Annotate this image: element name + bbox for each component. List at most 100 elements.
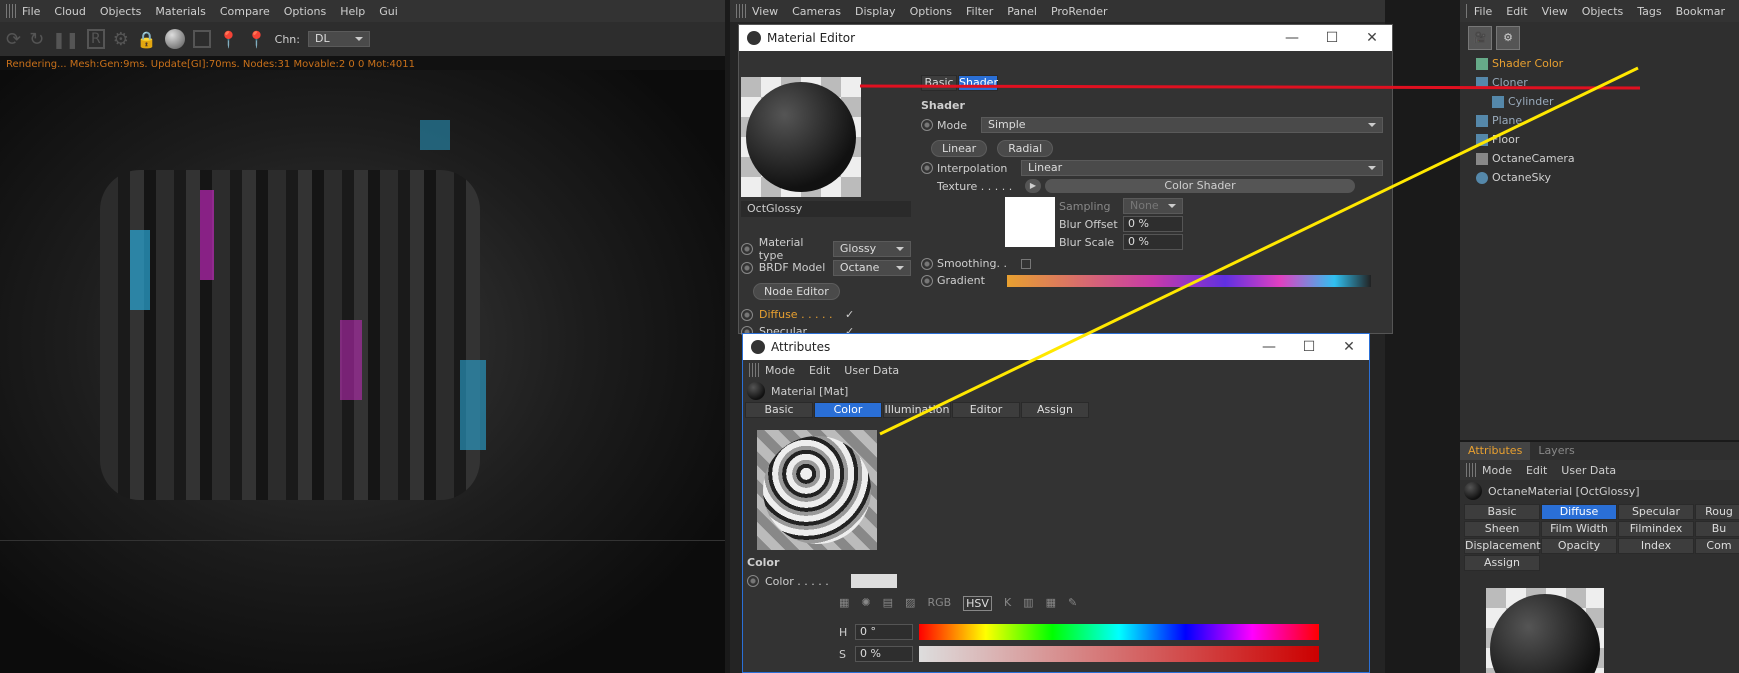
brdf-dropdown[interactable]: Octane (832, 259, 911, 276)
pin-icon[interactable]: 📍 (219, 30, 239, 49)
material-ball-icon[interactable] (164, 29, 185, 49)
pause-icon[interactable]: ❚❚ (52, 30, 79, 49)
mixer-icon[interactable]: ▥ (1023, 596, 1033, 611)
mode-dropdown[interactable]: Simple (981, 117, 1383, 133)
menu-tags[interactable]: Tags (1637, 5, 1661, 18)
attributes-titlebar[interactable]: Attributes — ☐ ✕ (743, 334, 1369, 360)
tab-common[interactable]: Com (1695, 538, 1739, 554)
menu-edit[interactable]: Edit (1506, 5, 1527, 18)
list-item[interactable]: OctaneCamera (1468, 149, 1739, 168)
smoothing-checkbox[interactable] (1021, 258, 1031, 269)
tab-basic[interactable]: Basic (745, 402, 813, 418)
tab-shader[interactable]: Shader (958, 75, 998, 91)
tab-illumination[interactable]: Illumination (883, 402, 951, 418)
spectrum-icon[interactable]: ▤ (883, 596, 893, 611)
menu-view[interactable]: View (752, 5, 778, 18)
pin2-icon[interactable]: 📍 (247, 30, 267, 49)
restart-icon[interactable]: ↻ (29, 29, 44, 50)
linear-button[interactable]: Linear (931, 140, 988, 157)
minimize-icon[interactable]: — (1249, 339, 1289, 355)
sampling-dropdown[interactable]: None (1123, 198, 1183, 214)
maximize-icon[interactable]: ☐ (1312, 30, 1352, 46)
close-icon[interactable]: ✕ (1352, 30, 1392, 46)
tab-color[interactable]: Color (814, 402, 882, 418)
h-input[interactable]: 0 ° (855, 624, 913, 640)
s-input[interactable]: 0 % (855, 646, 913, 662)
tab-roughness[interactable]: Roug (1695, 504, 1739, 520)
menu-help[interactable]: Help (340, 5, 365, 18)
material-editor-titlebar[interactable]: Material Editor — ☐ ✕ (739, 25, 1392, 51)
menu-user-data[interactable]: User Data (844, 364, 899, 377)
check-icon[interactable]: ✓ (845, 308, 854, 321)
mat-type-radio[interactable] (741, 242, 753, 255)
tab-specular[interactable]: Specular (1618, 504, 1694, 520)
menu-panel[interactable]: Panel (1007, 5, 1037, 18)
sync-icon[interactable]: ⟳ (6, 29, 21, 50)
rgb-toggle[interactable]: RGB (927, 596, 951, 611)
image-icon[interactable]: ▨ (905, 596, 915, 611)
smoothing-radio[interactable] (921, 257, 933, 270)
color-swatch[interactable] (851, 574, 897, 588)
menu-gui[interactable]: Gui (379, 5, 398, 18)
list-item[interactable]: Plane (1468, 111, 1739, 130)
color-radio[interactable] (747, 575, 759, 587)
minimize-icon[interactable]: — (1272, 30, 1312, 46)
blur-offset-input[interactable]: 0 % (1123, 216, 1183, 232)
menu-prorender[interactable]: ProRender (1051, 5, 1108, 18)
gradient-bar[interactable] (1007, 274, 1371, 287)
radial-button[interactable]: Radial (997, 140, 1054, 157)
brdf-radio[interactable] (741, 261, 753, 274)
tab-opacity[interactable]: Opacity (1541, 538, 1617, 554)
tab-basic[interactable]: Basic (921, 75, 957, 91)
menu-mode[interactable]: Mode (1482, 464, 1512, 477)
frame-icon[interactable] (192, 30, 211, 48)
list-item[interactable]: Floor (1468, 130, 1739, 149)
list-item[interactable]: Cloner (1468, 73, 1739, 92)
tab-basic[interactable]: Basic (1464, 504, 1540, 520)
mat-type-dropdown[interactable]: Glossy (832, 240, 911, 257)
settings-icon[interactable]: ⚙ (113, 29, 129, 50)
menu-file[interactable]: File (22, 5, 40, 18)
node-editor-button[interactable]: Node Editor (753, 283, 840, 300)
menu-objects[interactable]: Objects (1582, 5, 1624, 18)
menu-objects[interactable]: Objects (100, 5, 142, 18)
mode-radio[interactable] (921, 119, 933, 131)
tab-displacement[interactable]: Displacement (1464, 538, 1541, 554)
tab-index[interactable]: Index (1618, 538, 1694, 554)
gear-icon[interactable]: ⚙ (1496, 26, 1520, 50)
wheel-icon[interactable]: ✺ (861, 596, 870, 611)
diffuse-radio[interactable] (741, 308, 753, 321)
swatches-icon[interactable]: ▦ (1046, 596, 1056, 611)
texture-arrow-icon[interactable]: ▶ (1025, 179, 1041, 193)
tab-film-width[interactable]: Film Width (1541, 521, 1617, 537)
channel-dropdown[interactable]: DL (307, 31, 370, 47)
interp-dropdown[interactable]: Linear (1021, 160, 1383, 176)
list-item[interactable]: OctaneSky (1468, 168, 1739, 187)
menu-materials[interactable]: Materials (155, 5, 205, 18)
menu-filter[interactable]: Filter (966, 5, 993, 18)
region-icon[interactable]: R (87, 29, 105, 49)
menu-file[interactable]: File (1474, 5, 1492, 18)
close-icon[interactable]: ✕ (1329, 339, 1369, 355)
camera-tool-icon[interactable]: 🎥 (1468, 26, 1492, 50)
blur-scale-input[interactable]: 0 % (1123, 234, 1183, 250)
tab-assign[interactable]: Assign (1464, 555, 1540, 571)
tab-diffuse[interactable]: Diffuse (1541, 504, 1617, 520)
list-item[interactable]: Shader Color (1468, 54, 1739, 73)
tab-assign[interactable]: Assign (1021, 402, 1089, 418)
menu-mode[interactable]: Mode (765, 364, 795, 377)
eyedropper-icon[interactable]: ✎ (1068, 596, 1077, 611)
menu-options[interactable]: Options (910, 5, 952, 18)
kelvin-toggle[interactable]: K (1004, 596, 1011, 611)
interp-radio[interactable] (921, 162, 933, 174)
color-shader-button[interactable]: Color Shader (1045, 179, 1355, 193)
menu-bookmarks[interactable]: Bookmar (1676, 5, 1725, 18)
menu-display[interactable]: Display (855, 5, 896, 18)
tab-bump[interactable]: Bu (1695, 521, 1739, 537)
hsv-toggle[interactable]: HSV (963, 596, 992, 611)
tab-attributes[interactable]: Attributes (1460, 442, 1531, 460)
hue-slider[interactable] (919, 624, 1319, 640)
list-item[interactable]: Cylinder (1468, 92, 1739, 111)
menu-edit[interactable]: Edit (809, 364, 830, 377)
saturation-slider[interactable] (919, 646, 1319, 662)
